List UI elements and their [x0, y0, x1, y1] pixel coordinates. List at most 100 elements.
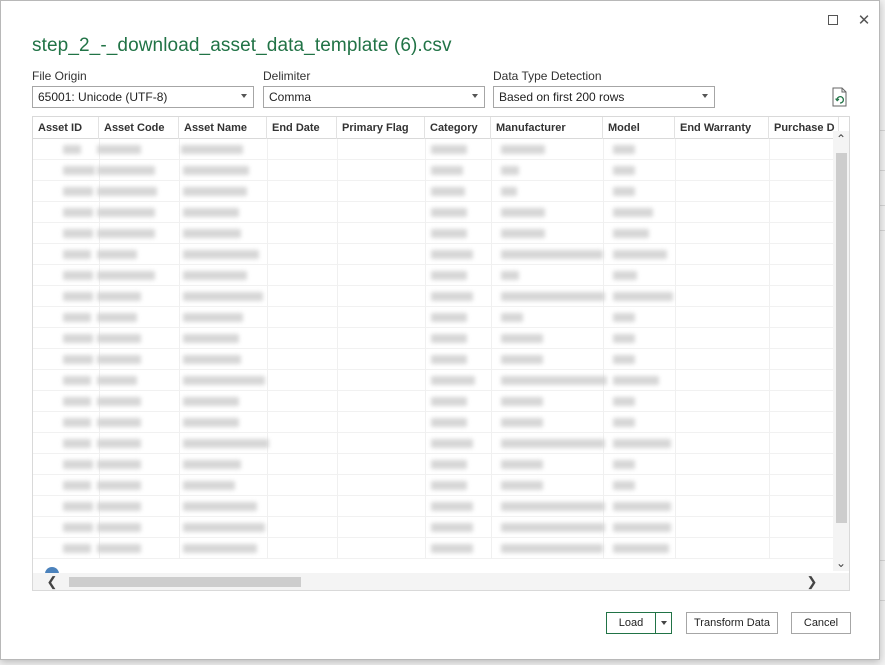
redacted-cell — [97, 418, 141, 427]
column-header[interactable]: Asset Code — [99, 117, 179, 139]
redacted-cell — [431, 355, 467, 364]
chevron-down-icon — [472, 94, 478, 98]
redacted-cell — [183, 166, 249, 175]
redacted-cell — [501, 502, 605, 511]
redacted-cell — [183, 271, 247, 280]
column-header[interactable]: Model — [603, 117, 675, 139]
table-row — [33, 496, 835, 517]
table-row — [33, 328, 835, 349]
vertical-scrollbar[interactable]: ⌃ ⌄ — [833, 131, 849, 571]
redacted-cell — [63, 439, 91, 448]
delimiter-select[interactable]: Comma — [263, 86, 485, 108]
table-row — [33, 433, 835, 454]
redacted-cell — [183, 355, 241, 364]
redacted-cell — [613, 187, 635, 196]
column-header[interactable]: Purchase D — [769, 117, 839, 139]
redacted-cell — [613, 208, 653, 217]
close-icon: ✕ — [857, 12, 871, 29]
redacted-cell — [183, 208, 239, 217]
data-type-detection-select[interactable]: Based on first 200 rows — [493, 86, 715, 108]
redacted-cell — [431, 502, 473, 511]
redacted-cell — [613, 481, 635, 490]
preview-table[interactable]: Asset ID Asset Code Asset Name End Date Prim… — [32, 116, 850, 591]
redacted-cell — [97, 523, 141, 532]
redacted-cell — [183, 460, 241, 469]
table-row — [33, 160, 835, 181]
redacted-cell — [501, 397, 543, 406]
data-type-detection-value: Based on first 200 rows — [499, 90, 625, 104]
redacted-cell — [183, 502, 257, 511]
redacted-cell — [501, 418, 543, 427]
import-csv-dialog: ✕ step_2_-_download_asset_data_template … — [0, 0, 880, 660]
redacted-cell — [431, 460, 467, 469]
redacted-cell — [501, 481, 543, 490]
redacted-cell — [431, 397, 467, 406]
maximize-icon — [828, 15, 838, 25]
redacted-cell — [501, 145, 545, 154]
table-row — [33, 265, 835, 286]
scroll-up-icon[interactable]: ⌃ — [833, 131, 849, 147]
redacted-cell — [63, 229, 93, 238]
data-type-detection-label: Data Type Detection — [493, 69, 602, 83]
column-header[interactable]: Asset Name — [179, 117, 267, 139]
redacted-cell — [431, 145, 467, 154]
scroll-left-icon[interactable]: ❮ — [43, 573, 61, 590]
redacted-cell — [63, 187, 93, 196]
redacted-cell — [63, 418, 91, 427]
close-button[interactable]: ✕ — [853, 9, 875, 31]
scroll-down-icon[interactable]: ⌄ — [833, 555, 849, 571]
redacted-cell — [613, 271, 637, 280]
cancel-button[interactable]: Cancel — [791, 612, 851, 634]
redacted-cell — [63, 145, 81, 154]
table-row — [33, 412, 835, 433]
redacted-cell — [63, 271, 93, 280]
table-row — [33, 391, 835, 412]
load-button[interactable]: Load — [606, 612, 656, 634]
redacted-cell — [97, 145, 141, 154]
transform-data-button[interactable]: Transform Data — [686, 612, 778, 634]
redacted-cell — [97, 250, 137, 259]
redacted-cell — [97, 271, 155, 280]
redacted-cell — [613, 355, 635, 364]
redacted-cell — [501, 376, 607, 385]
redacted-cell — [431, 376, 475, 385]
redacted-cell — [183, 376, 265, 385]
redacted-cell — [97, 313, 137, 322]
redacted-cell — [431, 313, 467, 322]
redacted-cell — [431, 439, 473, 448]
redacted-cell — [431, 166, 463, 175]
redacted-cell — [183, 313, 243, 322]
column-header[interactable]: Primary Flag — [337, 117, 425, 139]
horizontal-scrollbar[interactable]: ❮ ❯ — [33, 573, 849, 590]
load-options-button[interactable] — [655, 612, 672, 634]
redacted-cell — [501, 271, 519, 280]
redacted-cell — [97, 439, 141, 448]
delimiter-value: Comma — [269, 90, 312, 104]
redacted-cell — [431, 250, 473, 259]
redacted-cell — [501, 292, 605, 301]
redacted-cell — [97, 376, 137, 385]
column-header[interactable]: End Warranty — [675, 117, 769, 139]
redacted-cell — [431, 208, 467, 217]
redacted-cell — [63, 460, 93, 469]
table-header: Asset ID Asset Code Asset Name End Date Prim… — [33, 117, 839, 139]
column-header[interactable]: Manufacturer — [491, 117, 603, 139]
redacted-cell — [97, 187, 157, 196]
column-header[interactable]: Category — [425, 117, 491, 139]
redacted-cell — [181, 145, 243, 154]
file-origin-select[interactable]: 65001: Unicode (UTF-8) — [32, 86, 254, 108]
redacted-cell — [97, 502, 141, 511]
table-row — [33, 454, 835, 475]
redacted-cell — [501, 355, 543, 364]
redacted-cell — [97, 397, 141, 406]
redacted-cell — [613, 145, 635, 154]
vertical-scroll-thumb[interactable] — [836, 153, 847, 523]
horizontal-scroll-thumb[interactable] — [69, 577, 301, 587]
refresh-file-icon[interactable] — [831, 87, 849, 107]
table-row — [33, 538, 835, 559]
table-row — [33, 223, 835, 244]
column-header[interactable]: Asset ID — [33, 117, 99, 139]
maximize-button[interactable] — [822, 9, 844, 31]
column-header[interactable]: End Date — [267, 117, 337, 139]
scroll-right-icon[interactable]: ❯ — [803, 573, 821, 590]
